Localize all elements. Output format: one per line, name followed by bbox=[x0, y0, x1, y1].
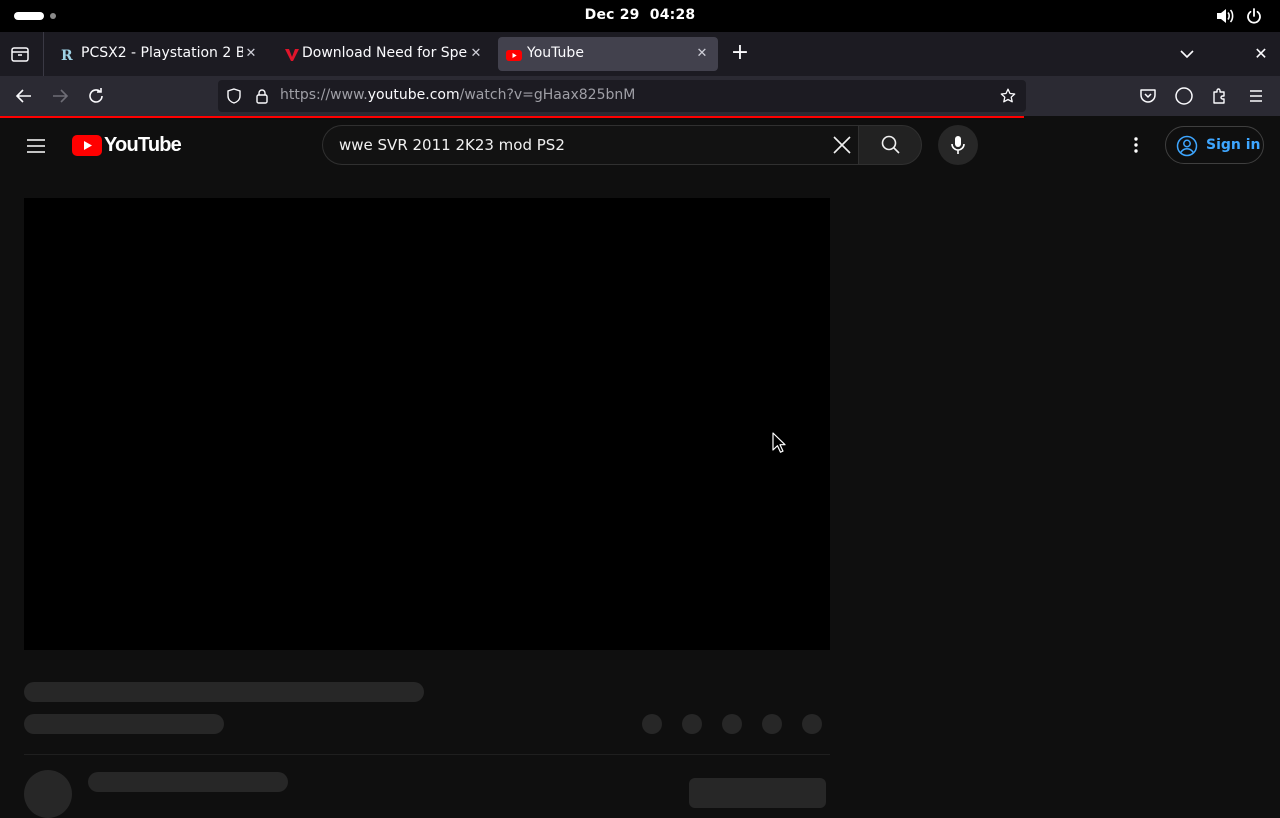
action-skeleton bbox=[802, 714, 822, 734]
close-tab-icon[interactable]: ✕ bbox=[694, 46, 710, 62]
close-window-button[interactable]: ✕ bbox=[1250, 43, 1272, 65]
navigation-toolbar: https://www.youtube.com/watch?v=gHaax825… bbox=[0, 76, 1280, 116]
extensions-puzzle-icon[interactable] bbox=[1208, 84, 1232, 108]
address-bar[interactable]: https://www.youtube.com/watch?v=gHaax825… bbox=[218, 80, 1026, 112]
action-skeleton bbox=[682, 714, 702, 734]
search-icon bbox=[881, 135, 900, 154]
youtube-page: YouTube wwe SVR 2011 2K23 mod PS2 Sign i… bbox=[0, 118, 1280, 818]
back-arrow-icon[interactable] bbox=[12, 84, 36, 108]
tab-title: YouTube bbox=[527, 45, 584, 61]
r-letter-favicon: R bbox=[61, 48, 73, 63]
bookmark-star-icon[interactable] bbox=[1000, 88, 1016, 104]
pocket-icon[interactable] bbox=[1136, 84, 1160, 108]
mouse-cursor-icon bbox=[772, 432, 786, 453]
red-v-favicon bbox=[285, 49, 299, 61]
chevron-down-icon[interactable] bbox=[1176, 44, 1198, 64]
url-text[interactable]: https://www.youtube.com/watch?v=gHaax825… bbox=[280, 87, 635, 103]
reload-icon[interactable] bbox=[84, 84, 108, 108]
tracking-protection-shield-icon[interactable] bbox=[226, 88, 242, 104]
youtube-wordmark: YouTube bbox=[104, 134, 182, 156]
youtube-logo-icon bbox=[72, 135, 102, 156]
url-path: /watch?v=gHaax825bnM bbox=[459, 87, 636, 103]
tab-divider bbox=[43, 32, 44, 76]
action-skeleton bbox=[722, 714, 742, 734]
voice-search-button[interactable] bbox=[938, 125, 978, 165]
sign-in-button[interactable]: Sign in bbox=[1165, 126, 1264, 164]
tab-need-for-speed[interactable]: Download Need for Speed ✕ bbox=[272, 37, 492, 71]
more-options-icon[interactable] bbox=[1124, 133, 1148, 157]
search-button[interactable] bbox=[858, 125, 922, 165]
tab-title: Download Need for Speed bbox=[302, 45, 468, 61]
clock-date: Dec 29 bbox=[584, 7, 640, 23]
meta-skeleton bbox=[24, 714, 224, 734]
clear-search-icon[interactable] bbox=[830, 133, 854, 157]
channel-name-skeleton bbox=[88, 772, 288, 792]
tab-title: PCSX2 - Playstation 2 BIOS bbox=[81, 45, 243, 61]
close-tab-icon[interactable]: ✕ bbox=[243, 46, 259, 62]
tab-bar: R PCSX2 - Playstation 2 BIOS ✕ Download … bbox=[0, 32, 1280, 76]
lock-icon[interactable] bbox=[254, 88, 270, 104]
section-divider bbox=[24, 754, 830, 755]
account-circle-icon bbox=[1176, 135, 1198, 157]
forward-arrow-icon[interactable] bbox=[48, 84, 72, 108]
tab-youtube[interactable]: YouTube ✕ bbox=[498, 37, 718, 71]
tab-pcsx2[interactable]: R PCSX2 - Playstation 2 BIOS ✕ bbox=[47, 37, 265, 71]
search-query-text: wwe SVR 2011 2K23 mod PS2 bbox=[339, 136, 565, 154]
subscribe-skeleton bbox=[689, 778, 826, 808]
search-input[interactable]: wwe SVR 2011 2K23 mod PS2 bbox=[322, 125, 858, 165]
system-top-bar: Dec 29 04:28 bbox=[0, 0, 1280, 32]
url-host: youtube.com bbox=[367, 87, 460, 103]
hamburger-menu-icon[interactable] bbox=[1244, 84, 1268, 108]
volume-icon[interactable] bbox=[1216, 8, 1234, 24]
tab-overview-icon[interactable] bbox=[6, 42, 34, 66]
clock-time: 04:28 bbox=[649, 7, 696, 23]
microphone-icon bbox=[951, 136, 965, 154]
channel-avatar-skeleton bbox=[24, 770, 72, 818]
youtube-favicon bbox=[506, 50, 522, 61]
new-tab-button[interactable]: + bbox=[728, 42, 752, 66]
clock[interactable]: Dec 29 04:28 bbox=[0, 7, 1280, 23]
guide-menu-icon[interactable] bbox=[20, 130, 52, 162]
firefox-account-icon[interactable] bbox=[1172, 84, 1196, 108]
url-prefix: https://www. bbox=[280, 87, 368, 103]
title-skeleton bbox=[24, 682, 424, 702]
action-skeleton bbox=[762, 714, 782, 734]
close-tab-icon[interactable]: ✕ bbox=[468, 46, 484, 62]
sign-in-label: Sign in bbox=[1206, 137, 1261, 153]
action-skeleton bbox=[642, 714, 662, 734]
power-icon[interactable] bbox=[1246, 8, 1262, 24]
svg-text:R: R bbox=[61, 48, 73, 63]
video-player[interactable] bbox=[24, 198, 830, 650]
